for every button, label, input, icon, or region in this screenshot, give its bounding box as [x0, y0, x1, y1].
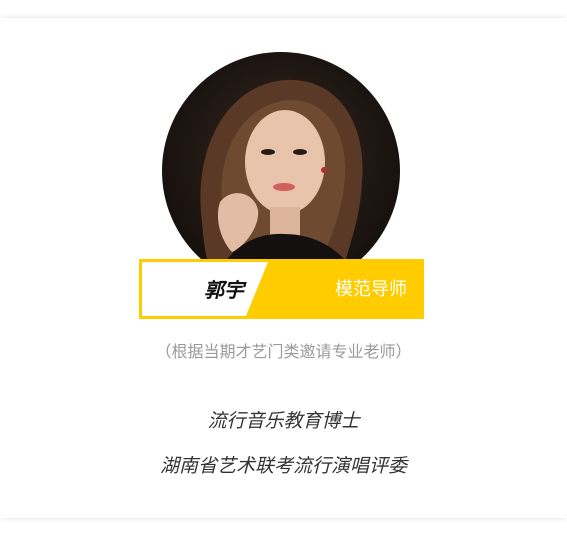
teacher-name: 郭宇 [204, 278, 244, 302]
teacher-note: （根据当期才艺门类邀请专业老师） [155, 342, 412, 361]
teacher-card: 郭宇 模范导师 （根据当期才艺门类邀请专业老师） 流行音乐教育博士 湖南省艺术联… [0, 18, 567, 518]
credential-line: 流行音乐教育博士 [207, 410, 360, 432]
credential-line: 湖南省艺术联考流行演唱评委 [159, 455, 407, 477]
page: 郭宇 模范导师 （根据当期才艺门类邀请专业老师） 流行音乐教育博士 湖南省艺术联… [0, 0, 567, 550]
name-badge: 郭宇 模范导师 [139, 259, 424, 319]
teacher-title: 模范导师 [335, 279, 407, 300]
teacher-avatar [162, 52, 400, 290]
